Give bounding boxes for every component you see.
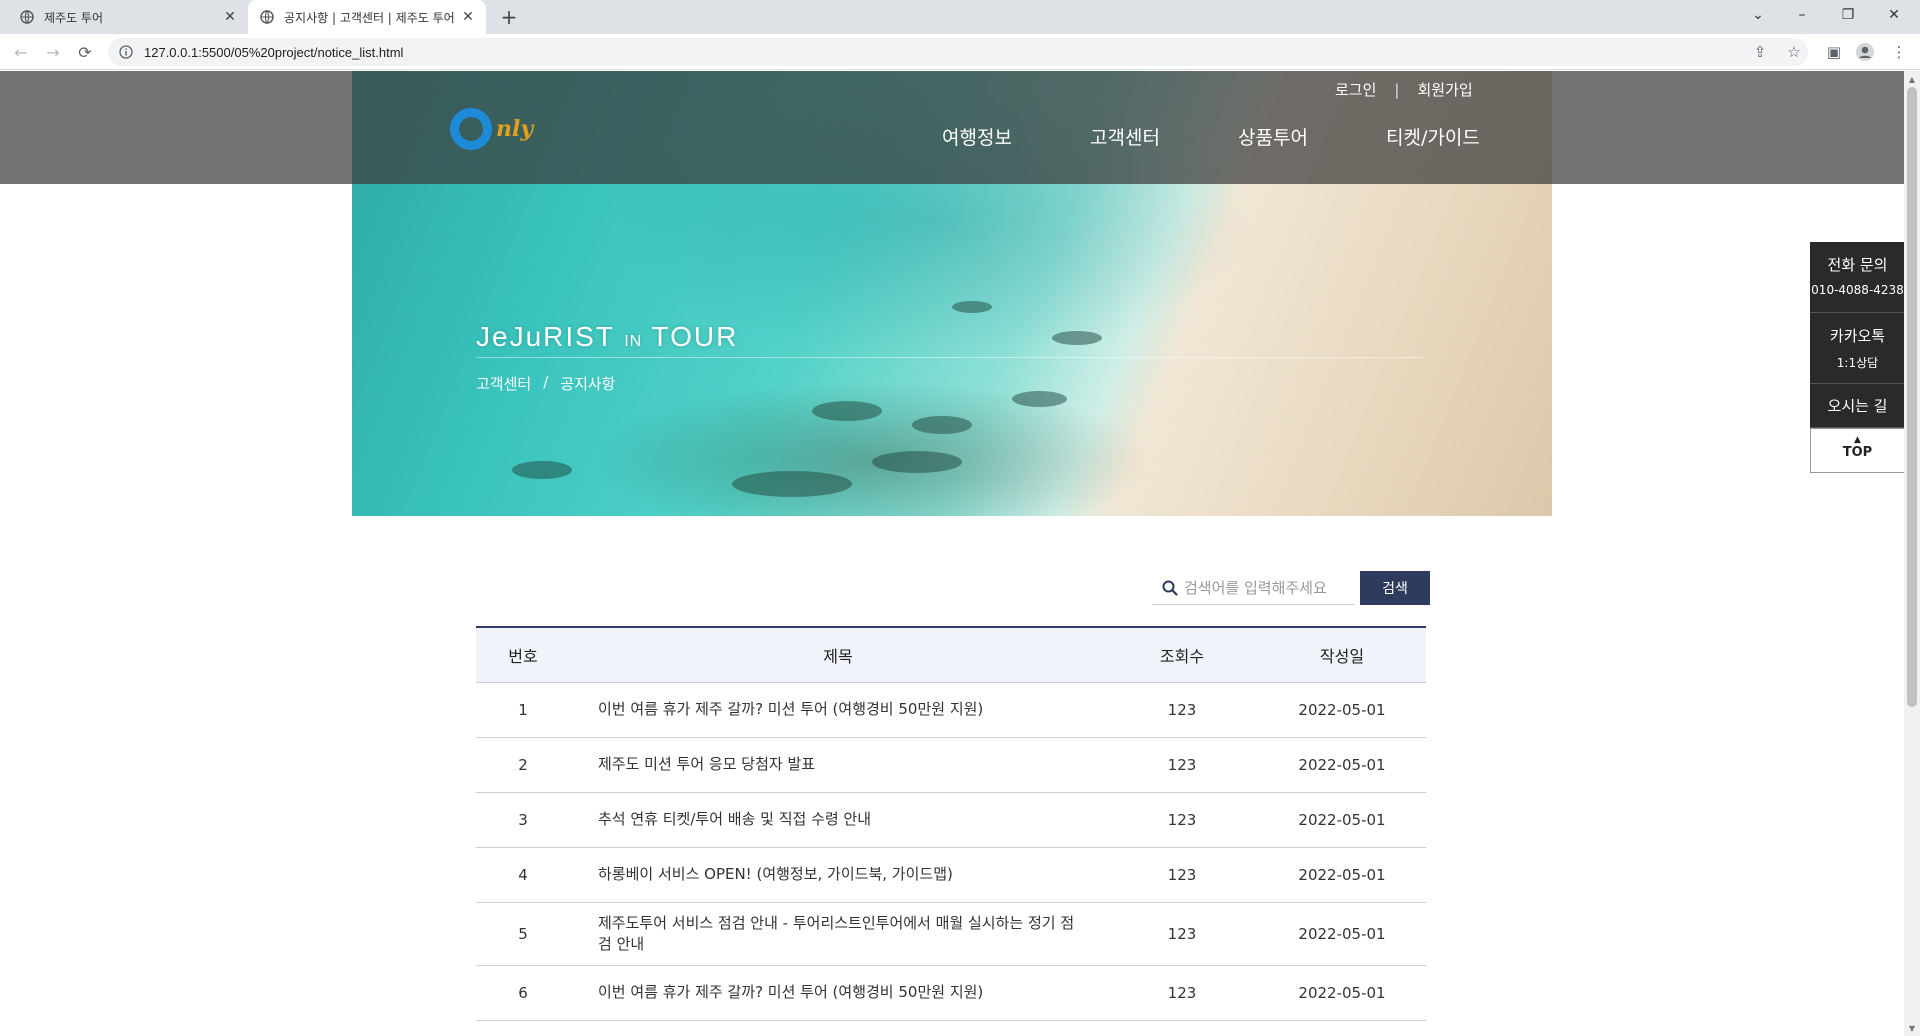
scrollbar-thumb[interactable] (1907, 87, 1917, 707)
column-header-date: 작성일 (1258, 627, 1426, 683)
browser-tab-active[interactable]: 공지사항 | 고객센터 | 제주도 투어 ✕ (248, 0, 486, 34)
column-header-title: 제목 (570, 627, 1106, 683)
reload-icon[interactable]: ⟳ (73, 40, 97, 64)
quick-phone[interactable]: 전화 문의 010-4088-4238 (1810, 242, 1905, 313)
url-text: 127.0.0.1:5500/05%20project/notice_list.… (144, 44, 404, 60)
hero-title: JeJuRIST IN TOUR (476, 321, 739, 352)
util-separator: | (1394, 80, 1400, 99)
minimize-icon[interactable]: – (1780, 0, 1824, 30)
info-icon[interactable] (118, 44, 134, 60)
search-button[interactable]: 검색 (1360, 571, 1430, 605)
breadcrumb-item: 공지사항 (560, 375, 616, 393)
page-scrollbar[interactable]: ▲ ▼ (1904, 71, 1920, 1036)
close-window-icon[interactable]: ✕ (1872, 0, 1916, 30)
hero-divider (476, 357, 1426, 358)
new-tab-icon[interactable]: + (496, 5, 522, 29)
close-tab-icon[interactable]: ✕ (220, 7, 240, 27)
site-header: nly 로그인 | 회원가입 여행정보 고객센터 상품투어 티켓/가이드 (0, 71, 1904, 184)
table-row[interactable]: 6 이번 여름 휴가 제주 갈까? 미션 투어 (여행경비 50만원 지원) 1… (476, 965, 1426, 1021)
search-field (1152, 571, 1354, 605)
row-date: 2022-05-01 (1258, 792, 1426, 848)
row-title-link[interactable]: 제주도 미션 투어 응모 당첨자 발표 (570, 737, 1106, 793)
row-number: 6 (476, 965, 570, 1021)
row-date: 2022-05-01 (1258, 847, 1426, 903)
search-input[interactable] (1184, 578, 1354, 597)
nav-item-customer-center[interactable]: 고객센터 (1090, 123, 1160, 150)
scroll-up-arrow-icon[interactable]: ▲ (1904, 71, 1920, 87)
side-panel-icon[interactable]: ▣ (1822, 40, 1846, 64)
nav-item-ticket-guide[interactable]: 티켓/가이드 (1386, 123, 1480, 150)
nav-item-product-tour[interactable]: 상품투어 (1238, 123, 1308, 150)
row-number: 2 (476, 737, 570, 793)
caret-up-icon: ▲ (1854, 435, 1861, 445)
browser-tab[interactable]: 제주도 투어 ✕ (8, 0, 248, 34)
row-views: 123 (1106, 847, 1258, 903)
scroll-down-arrow-icon[interactable]: ▼ (1904, 1020, 1920, 1036)
profile-avatar-icon[interactable] (1853, 40, 1877, 64)
row-title-link[interactable]: 이번 여름 휴가 제주 갈까? 미션 투어 (여행경비 50만원 지원) (570, 965, 1106, 1021)
row-number: 3 (476, 792, 570, 848)
row-number: 4 (476, 847, 570, 903)
column-header-views: 조회수 (1106, 627, 1258, 683)
row-date: 2022-05-01 (1258, 965, 1426, 1021)
row-number: 1 (476, 682, 570, 738)
page-viewport: JeJuRIST IN TOUR 고객센터 / 공지사항 nly 로그인 | 회… (0, 71, 1920, 1036)
table-row[interactable]: 1 이번 여름 휴가 제주 갈까? 미션 투어 (여행경비 50만원 지원) 1… (476, 682, 1426, 738)
signup-link[interactable]: 회원가입 (1417, 79, 1472, 100)
row-title-link[interactable]: 제주도투어 서비스 점검 안내 - 투어리스트인투어에서 매월 실시하는 정기 … (570, 902, 1106, 966)
back-arrow-icon[interactable]: ← (9, 40, 33, 64)
address-bar[interactable]: 127.0.0.1:5500/05%20project/notice_list.… (108, 38, 1808, 66)
row-date: 2022-05-01 (1258, 902, 1426, 966)
row-views: 123 (1106, 682, 1258, 738)
tab-search-chevron-icon[interactable]: ⌄ (1736, 0, 1780, 30)
search-form: 검색 (1152, 571, 1430, 605)
row-views: 123 (1106, 737, 1258, 793)
util-menu: 로그인 | 회원가입 (1335, 79, 1473, 100)
row-title-link[interactable]: 추석 연휴 티켓/투어 배송 및 직접 수령 안내 (570, 792, 1106, 848)
logo-text: nly (496, 116, 534, 142)
table-row[interactable]: 3 추석 연휴 티켓/투어 배송 및 직접 수령 안내 123 2022-05-… (476, 792, 1426, 848)
search-icon (1162, 579, 1178, 597)
row-title-link[interactable]: 하롱베이 서비스 OPEN! (여행정보, 가이드북, 가이드맵) (570, 847, 1106, 903)
globe-icon (260, 10, 274, 24)
browser-tab-strip: 제주도 투어 ✕ 공지사항 | 고객센터 | 제주도 투어 ✕ + ⌄ – ❐ … (0, 0, 1920, 34)
row-title-link[interactable]: 이번 여름 휴가 제주 갈까? 미션 투어 (여행경비 50만원 지원) (570, 682, 1106, 738)
tab-title: 공지사항 | 고객센터 | 제주도 투어 (284, 10, 455, 25)
browser-toolbar: ← → ⟳ 127.0.0.1:5500/05%20project/notice… (0, 34, 1920, 70)
row-views: 123 (1106, 792, 1258, 848)
breadcrumb-item[interactable]: 고객센터 (476, 373, 531, 394)
table-header-row: 번호 제목 조회수 작성일 (476, 627, 1426, 683)
scroll-top-button[interactable]: ▲ TOP (1810, 428, 1905, 473)
forward-arrow-icon[interactable]: → (41, 40, 65, 64)
globe-icon (20, 10, 34, 24)
bookmark-star-icon[interactable]: ☆ (1782, 40, 1806, 64)
column-header-number: 번호 (476, 627, 570, 683)
row-number: 5 (476, 902, 570, 966)
row-date: 2022-05-01 (1258, 737, 1426, 793)
row-views: 123 (1106, 902, 1258, 966)
logo-mark (450, 108, 492, 150)
menu-kebab-icon[interactable]: ⋮ (1887, 40, 1911, 64)
close-tab-icon[interactable]: ✕ (458, 7, 478, 27)
table-row[interactable]: 4 하롱베이 서비스 OPEN! (여행정보, 가이드북, 가이드맵) 123 … (476, 847, 1426, 903)
login-link[interactable]: 로그인 (1335, 79, 1376, 100)
nav-item-travel-info[interactable]: 여행정보 (942, 123, 1012, 150)
row-views: 123 (1106, 965, 1258, 1021)
restore-icon[interactable]: ❐ (1826, 0, 1870, 30)
notice-table: 번호 제목 조회수 작성일 1 이번 여름 휴가 제주 갈까? 미션 투어 (여… (476, 626, 1426, 1021)
tab-title: 제주도 투어 (44, 10, 104, 25)
site-logo[interactable]: nly (450, 101, 560, 157)
table-row[interactable]: 2 제주도 미션 투어 응모 당첨자 발표 123 2022-05-01 (476, 737, 1426, 793)
breadcrumb: 고객센터 / 공지사항 (476, 373, 615, 394)
table-row[interactable]: 5 제주도투어 서비스 점검 안내 - 투어리스트인투어에서 매월 실시하는 정… (476, 902, 1426, 966)
quick-menu: 전화 문의 010-4088-4238 카카오톡 1:1상담 오시는 길 ▲ T… (1810, 242, 1905, 473)
share-icon[interactable]: ⇪ (1748, 40, 1772, 64)
breadcrumb-separator: / (543, 373, 549, 391)
row-date: 2022-05-01 (1258, 682, 1426, 738)
quick-directions[interactable]: 오시는 길 (1810, 384, 1905, 428)
quick-kakao[interactable]: 카카오톡 1:1상담 (1810, 313, 1905, 384)
